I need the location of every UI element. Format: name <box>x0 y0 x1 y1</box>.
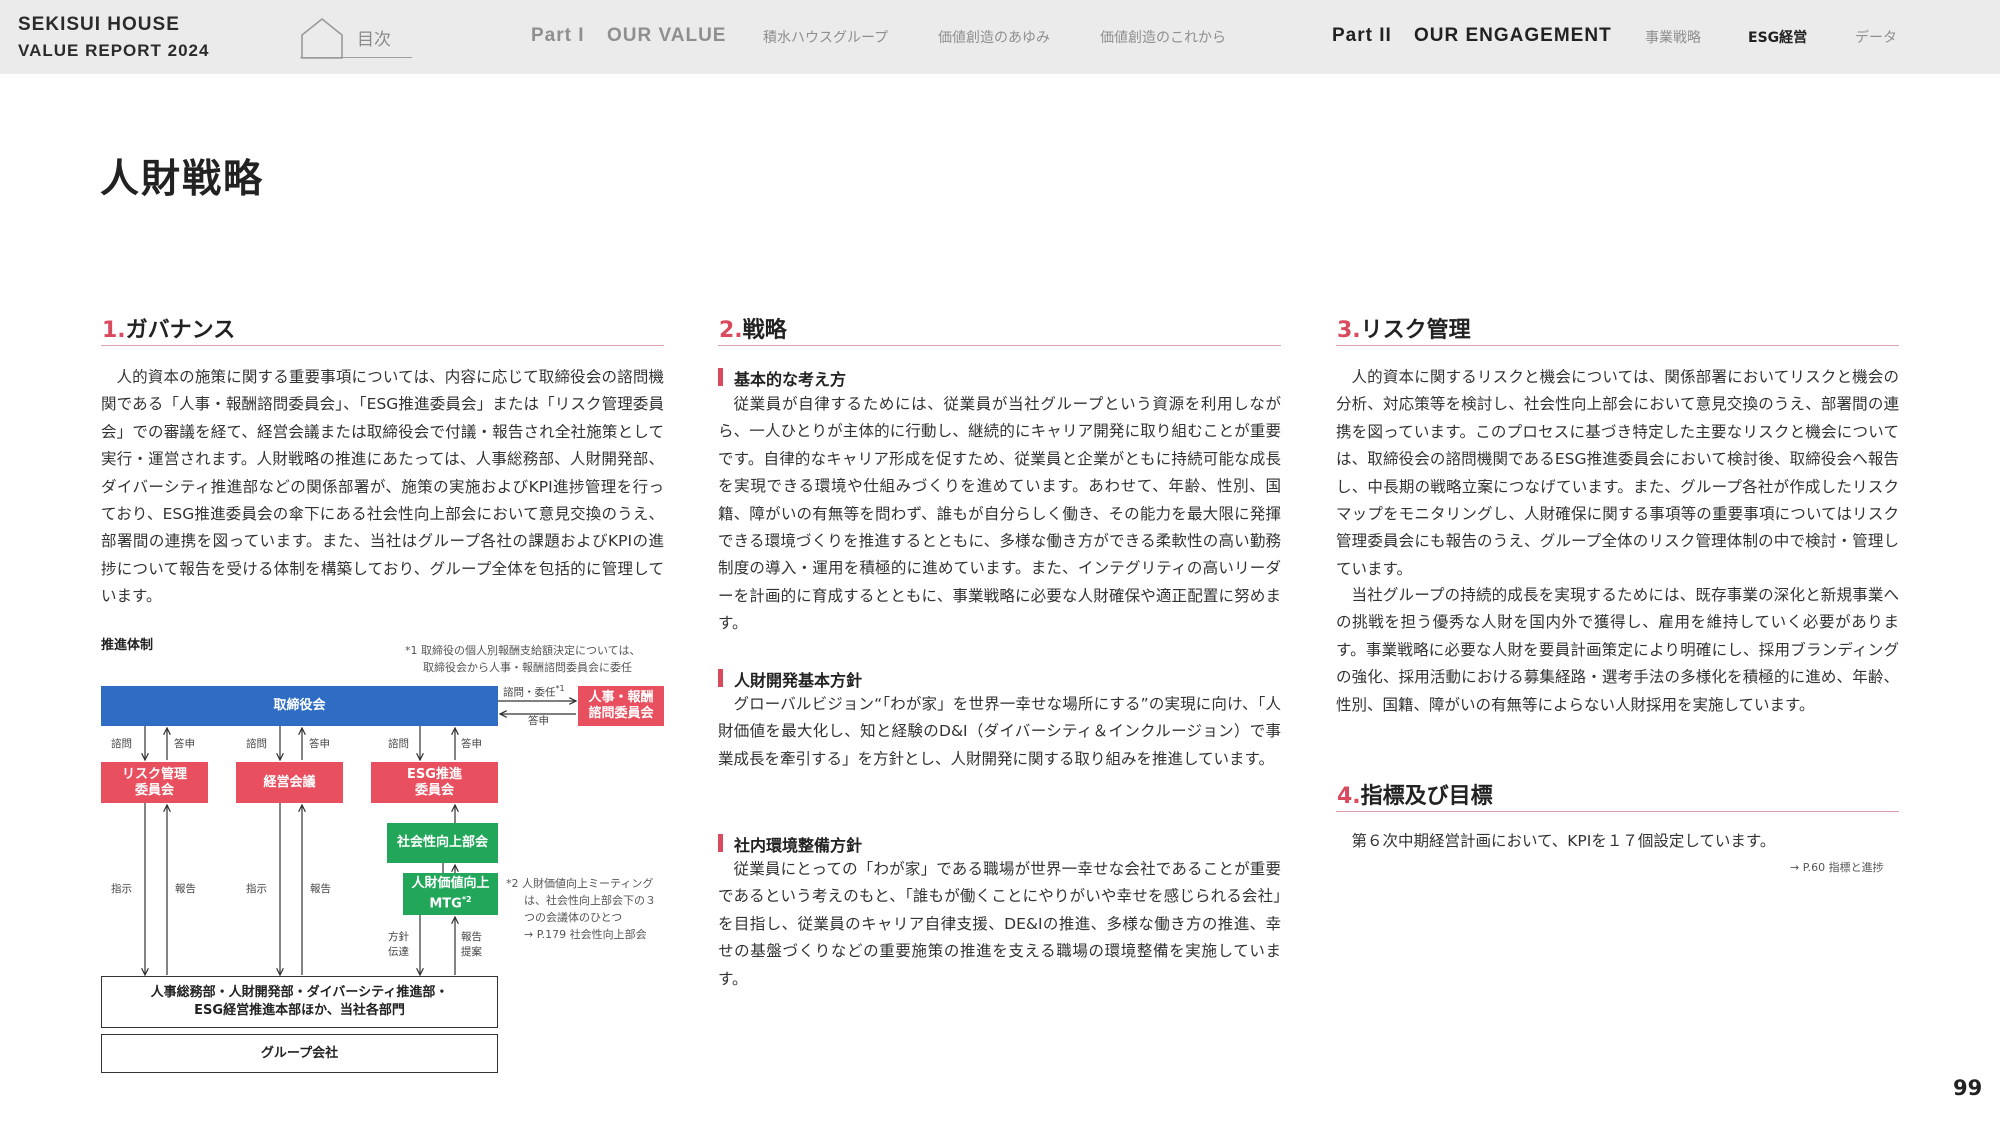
section-title: 戦略 <box>742 318 787 343</box>
label-instruct-2: 指示 <box>246 883 267 895</box>
hr-value-mtg-box: 人財価値向上 MTG*2 <box>403 873 498 915</box>
section-title: 指標及び目標 <box>1360 784 1493 809</box>
strategy-subheading-development: 人財開発基本方針 <box>718 667 862 691</box>
label-answer-1: 答申 <box>174 738 195 750</box>
note2-page-link[interactable]: → P.179 社会性向上部会 <box>506 926 676 943</box>
board-of-directors-box: 取締役会 <box>101 686 498 726</box>
risk-body-1: 人的資本に関するリスクと機会については、関係部署においてリスクと機会の分析、対応… <box>1336 368 1899 578</box>
label-instruct-1: 指示 <box>111 883 132 895</box>
management-meeting-box: 経営会議 <box>236 762 343 803</box>
strategy-subheading-basic: 基本的な考え方 <box>718 366 846 390</box>
label-consult-3: 諮問 <box>388 738 409 750</box>
label-consult-1: 諮問 <box>111 738 132 750</box>
label-report-2: 報告 <box>310 883 331 895</box>
label-answer-2: 答申 <box>309 738 330 750</box>
section-number: 4. <box>1337 784 1361 809</box>
section-title: リスク管理 <box>1360 318 1471 343</box>
risk-body-2: 当社グループの持続的成長を実現するためには、既存事業の深化と新規事業への挑戦を担… <box>1336 586 1899 714</box>
metrics-page-link[interactable]: → P.60 指標と進捗 <box>1790 859 1884 875</box>
label-report-proposal: 報告 提案 <box>461 931 482 958</box>
label-consult-2: 諮問 <box>246 738 267 750</box>
strategy-subheading-environment: 社内環境整備方針 <box>718 832 862 856</box>
label-answer-3: 答申 <box>461 738 482 750</box>
section-metrics-header: 4.指標及び目標 <box>1336 766 1899 812</box>
section-number: 3. <box>1337 318 1361 343</box>
group-companies-box: グループ会社 <box>101 1034 498 1073</box>
strategy-body-environment: 従業員にとっての「わが家」である職場が世界一幸せな会社であることが重要であるとい… <box>718 860 1281 988</box>
metrics-body: 第６次中期経営計画において、KPIを１７個設定しています。 <box>1351 832 1776 850</box>
label-consult-delegate: 諮問・委任*1 <box>503 684 565 699</box>
strategy-body-basic: 従業員が自律するためには、従業員が当社グループという資源を利用しながら、一人ひと… <box>718 395 1281 633</box>
page-number: 99 <box>1953 1076 1983 1100</box>
section-number: 2. <box>719 318 743 343</box>
social-subcommittee-box: 社会性向上部会 <box>387 823 498 863</box>
section-strategy-header: 2.戦略 <box>718 300 1281 346</box>
esg-committee-box: ESG推進 委員会 <box>371 762 498 803</box>
hr-compensation-committee-box: 人事・報酬 諮問委員会 <box>578 686 664 726</box>
risk-committee-box: リスク管理 委員会 <box>101 762 208 803</box>
diagram-note-2: *2 人財価値向上ミーティング は、社会性向上部会下の３ つの会議体のひとつ →… <box>506 875 676 943</box>
section-risk-header: 3.リスク管理 <box>1336 300 1899 346</box>
label-report-back: 答申 <box>528 715 549 727</box>
departments-box: 人事総務部・人財開発部・ダイバーシティ推進部・ ESG経営推進本部ほか、当社各部門 <box>101 976 498 1028</box>
label-policy-communication: 方針 伝達 <box>388 931 409 958</box>
strategy-body-development: グローバルビジョン“「わが家」を世界一幸せな場所にする”の実現に向け、「人財価値… <box>718 695 1281 768</box>
label-report-1: 報告 <box>175 883 196 895</box>
